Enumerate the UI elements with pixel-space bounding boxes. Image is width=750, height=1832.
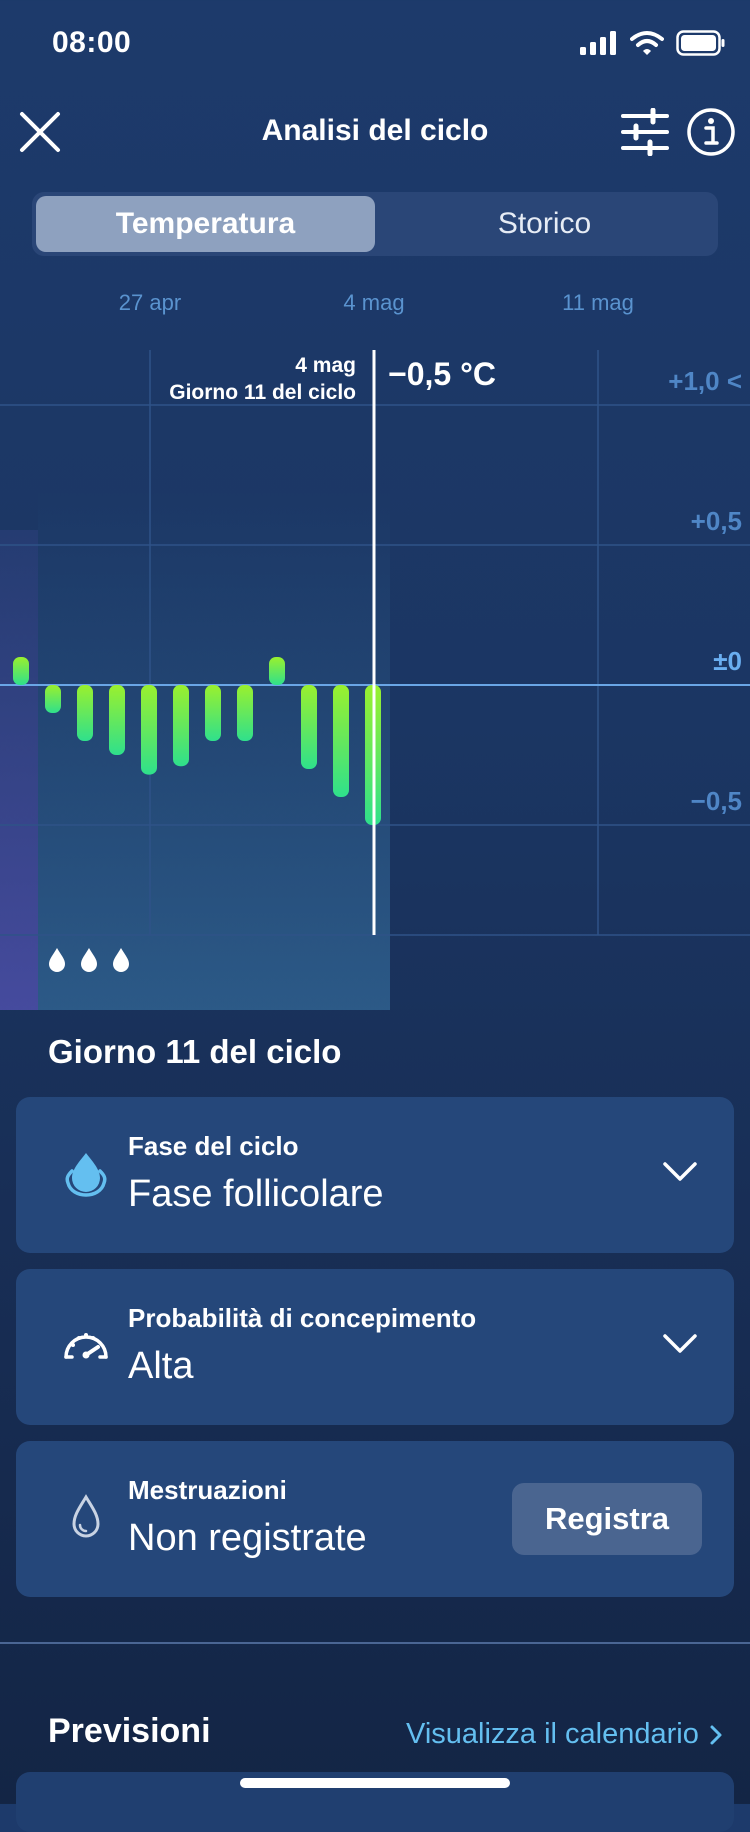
- temperature-bar[interactable]: [77, 685, 93, 741]
- sliders-icon: [621, 107, 669, 157]
- divider: [0, 1642, 750, 1644]
- info-button[interactable]: [686, 107, 736, 157]
- battery-icon: [676, 30, 725, 56]
- x-tick-label: 27 apr: [119, 290, 181, 315]
- temperature-bar[interactable]: [237, 685, 253, 741]
- temperature-bar[interactable]: [141, 685, 157, 775]
- status-time: 08:00: [52, 26, 132, 59]
- filter-button[interactable]: [620, 107, 670, 157]
- status-icons: [580, 30, 726, 56]
- temperature-bar[interactable]: [45, 685, 61, 713]
- x-tick-label: 4 mag: [343, 290, 404, 315]
- conception-probability-label: Probabilità di concepimento: [128, 1303, 477, 1333]
- menstruation-card: Mestruazioni Non registrate Registra: [16, 1441, 734, 1597]
- cycle-phase-card[interactable]: Fase del ciclo Fase follicolare: [16, 1097, 734, 1253]
- selected-cycle-day: Giorno 11 del ciclo: [169, 381, 356, 404]
- tab-temperatura[interactable]: Temperatura: [36, 196, 375, 252]
- conception-probability-value: Alta: [128, 1345, 194, 1387]
- drop-outline-icon: [72, 1494, 100, 1538]
- conception-probability-card[interactable]: Probabilità di concepimento Alta: [16, 1269, 734, 1425]
- temperature-chart[interactable]: 27 apr 4 mag 11 mag +1,0 < +0,5 ±0 −0,5 …: [0, 290, 750, 1010]
- cycle-phase-value: Fase follicolare: [128, 1173, 384, 1215]
- register-button[interactable]: Registra: [512, 1483, 702, 1555]
- menstruation-value: Non registrate: [128, 1517, 367, 1559]
- selected-value: −0,5 °C: [388, 356, 496, 392]
- temperature-bar[interactable]: [173, 685, 189, 767]
- chevron-down-icon: [663, 1162, 697, 1181]
- speedometer-icon: [64, 1333, 108, 1359]
- temperature-bar[interactable]: [301, 685, 317, 769]
- temperature-bar[interactable]: [269, 657, 285, 685]
- selected-date: 4 mag: [295, 354, 356, 377]
- cellular-signal-icon: [580, 31, 616, 55]
- temperature-chart-svg: 27 apr 4 mag 11 mag +1,0 < +0,5 ±0 −0,5 …: [0, 290, 750, 1010]
- temperature-bar[interactable]: [13, 657, 29, 685]
- menstruation-label: Mestruazioni: [128, 1475, 287, 1505]
- y-tick-label: −0,5: [691, 786, 742, 816]
- forecast-title: Previsioni: [48, 1712, 211, 1750]
- y-tick-label: +0,5: [691, 506, 742, 536]
- info-icon: [687, 108, 735, 156]
- view-calendar-label: Visualizza il calendario: [406, 1718, 699, 1750]
- view-calendar-link[interactable]: Visualizza il calendario: [406, 1718, 723, 1751]
- segmented-control: Temperatura Storico: [32, 192, 718, 256]
- wifi-icon: [630, 31, 664, 55]
- home-indicator: [240, 1778, 510, 1788]
- temperature-bar[interactable]: [333, 685, 349, 797]
- x-tick-label: 11 mag: [562, 290, 634, 315]
- chevron-right-icon: [710, 1725, 722, 1744]
- temperature-bar[interactable]: [109, 685, 125, 755]
- y-tick-label: +1,0 <: [668, 366, 742, 396]
- drop-filled-icon: [65, 1153, 107, 1197]
- period-band: [0, 530, 38, 1010]
- cycle-phase-label: Fase del ciclo: [128, 1131, 299, 1161]
- day-section-title: Giorno 11 del ciclo: [48, 1033, 342, 1070]
- chevron-down-icon: [663, 1334, 697, 1353]
- tab-storico[interactable]: Storico: [375, 196, 714, 252]
- temperature-bar[interactable]: [205, 685, 221, 741]
- y-tick-label: ±0: [713, 646, 742, 676]
